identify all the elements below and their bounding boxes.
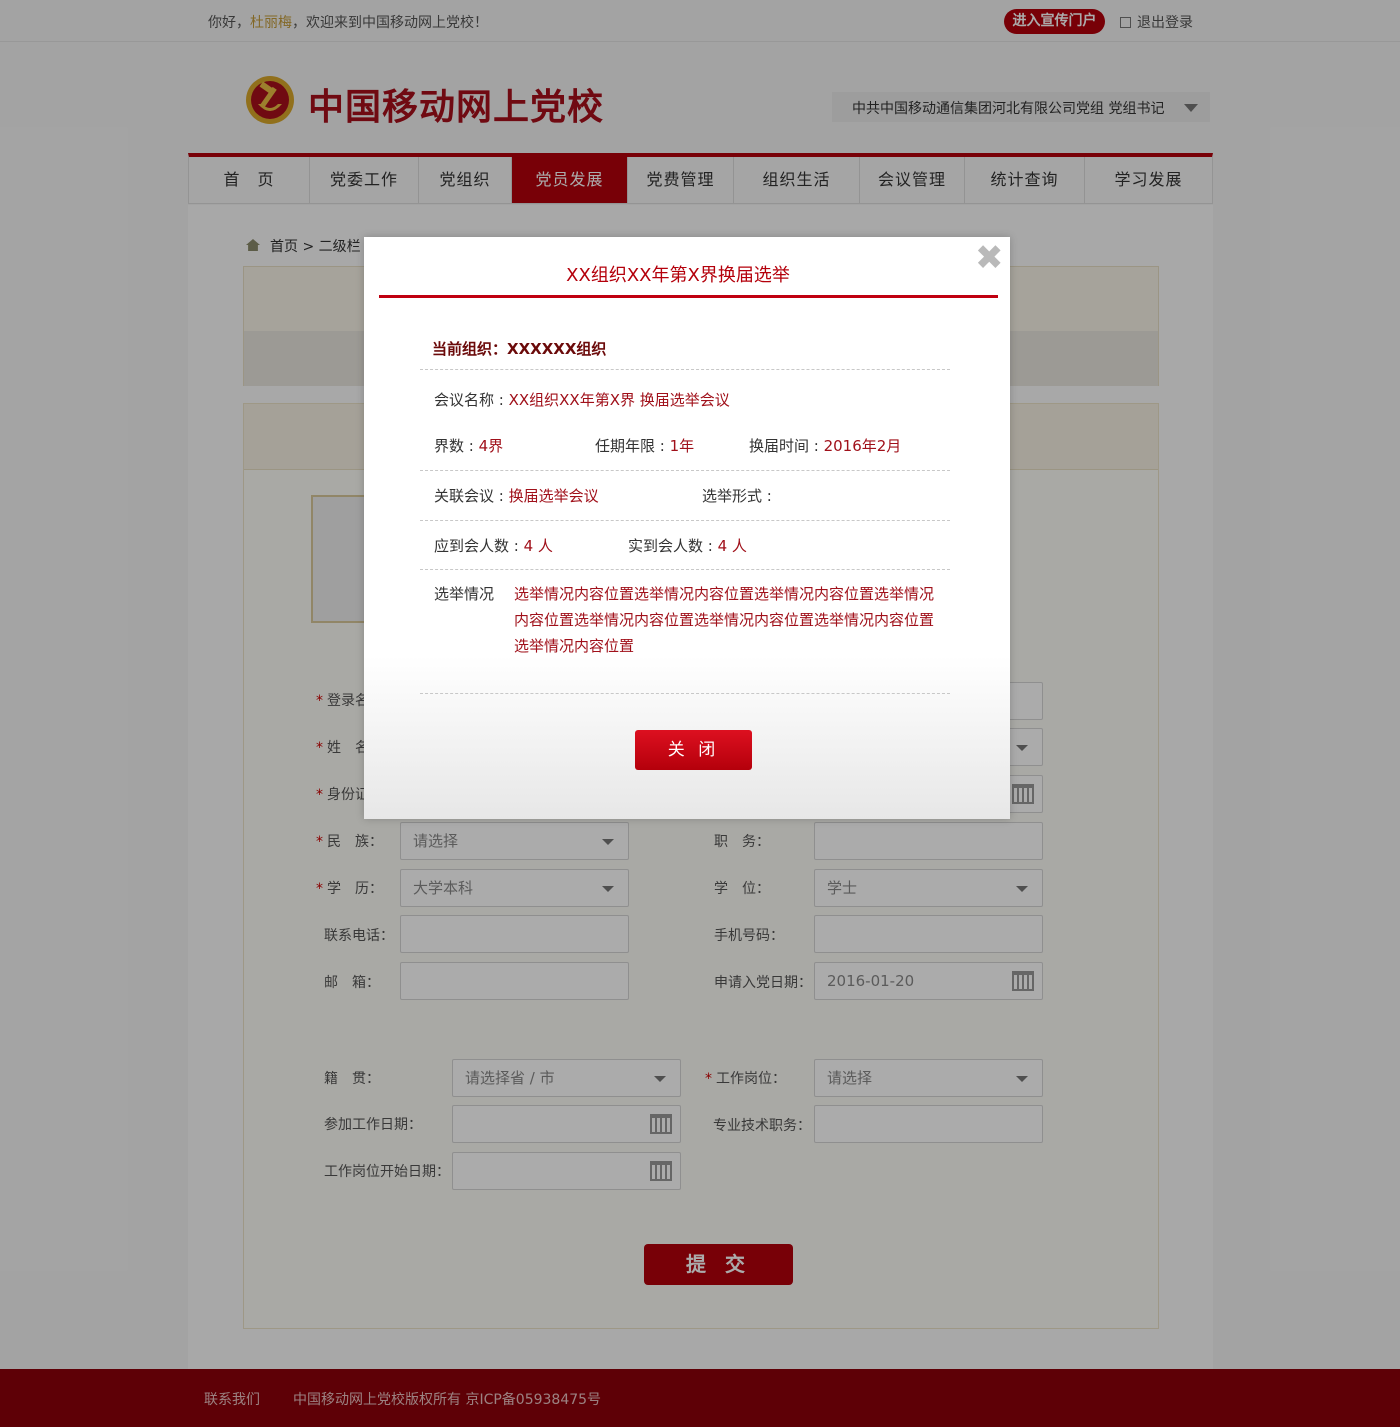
situation-label: 选举情况: [434, 585, 495, 603]
election-time: 换届时间 : 2016年2月: [749, 435, 901, 456]
meeting-name-label: 会议名称 :: [434, 391, 509, 409]
modal-title: XX组织XX年第X界换届选举: [566, 265, 790, 286]
actual-attendees: 实到会人数 : 4 人: [628, 535, 747, 556]
meeting-name-value: XX组织XX年第X界 换届选举会议: [508, 391, 730, 409]
close-icon[interactable]: ✖: [975, 241, 1004, 275]
related-meeting: 关联会议 : 换届选举会议: [434, 485, 599, 506]
term-count-value: 4界: [478, 437, 504, 455]
term-years-label: 任期年限 :: [595, 437, 670, 455]
close-button[interactable]: 关 闭: [635, 730, 752, 770]
term-years: 任期年限 : 1年: [595, 435, 694, 456]
situation-content: 选举情况内容位置选举情况内容位置选举情况内容位置选举情况内容位置选举情况内容位置…: [514, 585, 935, 655]
expected-label: 应到会人数 :: [434, 537, 524, 555]
divider: [420, 693, 950, 694]
related-meeting-value[interactable]: 换届选举会议: [509, 487, 599, 505]
election-time-label: 换届时间 :: [749, 437, 824, 455]
meeting-name: 会议名称 : XX组织XX年第X界 换届选举会议: [434, 389, 730, 410]
expected-attendees: 应到会人数 : 4 人: [434, 535, 553, 556]
term-count: 界数 : 4界: [434, 435, 503, 456]
actual-value: 4 人: [717, 537, 747, 555]
current-org: 当前组织：XXXXXX组织: [432, 338, 606, 359]
divider: [420, 369, 950, 370]
term-count-label: 界数 :: [434, 437, 479, 455]
election-modal: XX组织XX年第X界换届选举 ✖ 当前组织：XXXXXX组织 会议名称 : XX…: [364, 237, 1010, 819]
expected-value: 4 人: [523, 537, 553, 555]
divider: [420, 569, 950, 570]
term-years-value: 1年: [669, 437, 695, 455]
actual-label: 实到会人数 :: [628, 537, 718, 555]
modal-divider: [379, 295, 998, 298]
current-org-label: 当前组织：: [432, 340, 508, 358]
current-org-value: XXXXXX组织: [507, 340, 607, 358]
election-time-value: 2016年2月: [823, 437, 902, 455]
election-form: 选举形式 :: [702, 485, 772, 506]
divider: [420, 520, 950, 521]
divider: [420, 470, 950, 471]
election-form-label: 选举形式 :: [702, 487, 772, 505]
related-meeting-label: 关联会议 :: [434, 487, 509, 505]
